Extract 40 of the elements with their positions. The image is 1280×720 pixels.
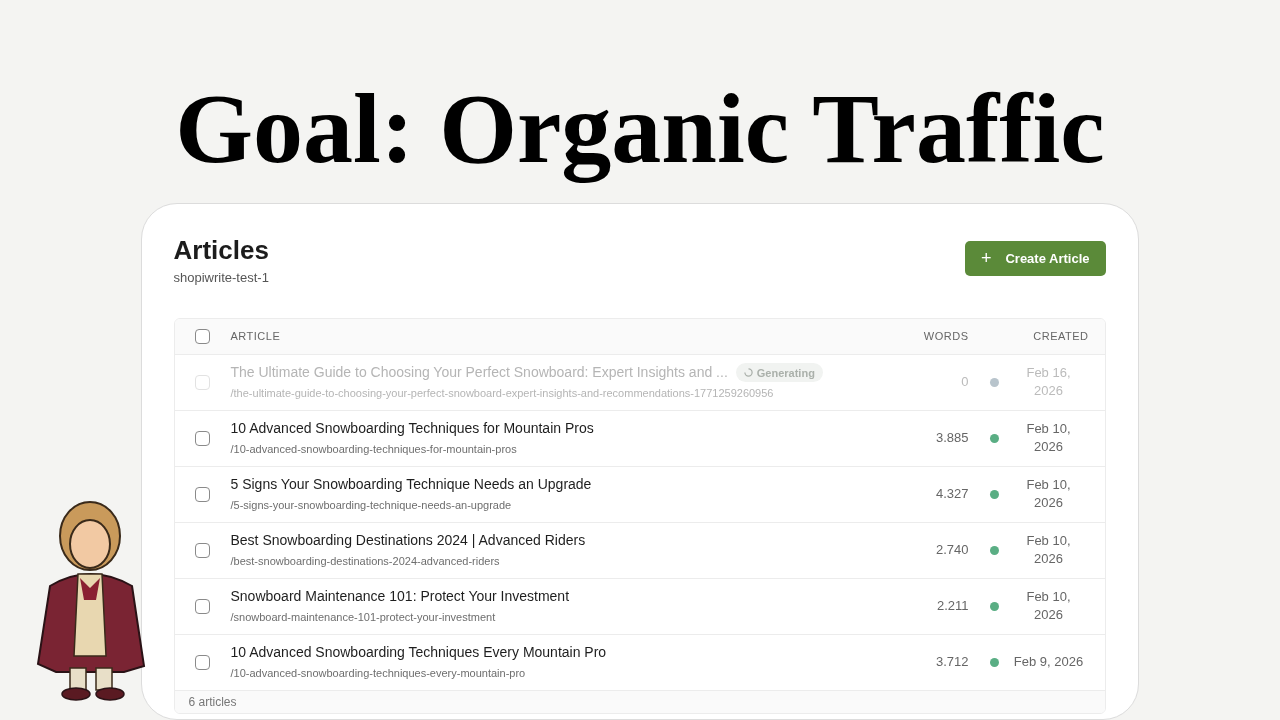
article-title: 10 Advanced Snowboarding Techniques for Mountain Pros xyxy=(230,419,594,439)
page-subtitle: shopiwrite-test-1 xyxy=(173,269,269,287)
word-count: 3.885 xyxy=(934,429,969,448)
article-count: 6 articles xyxy=(188,693,237,711)
headline: Goal: Organic Traffic xyxy=(175,76,1105,182)
article-title: The Ultimate Guide to Choosing Your Perfect Snowboard: Expert Insights and ... xyxy=(230,363,728,383)
checkbox[interactable] xyxy=(195,654,210,670)
created-date: Feb 10, 2026 xyxy=(1025,532,1072,568)
word-count: 3.712 xyxy=(934,653,969,672)
article-title: 10 Advanced Snowboarding Techniques Every Mountain Pro xyxy=(230,643,607,663)
column-header: ARTICLE xyxy=(230,328,282,344)
article-slug: /5-signs-your-snowboarding-technique-needs-an-upgrade xyxy=(230,498,513,514)
created-date: Feb 9, 2026 xyxy=(1012,653,1085,671)
article-slug: /best-snowboarding-destinations-2024-advanced-riders xyxy=(230,554,501,570)
checkbox[interactable] xyxy=(195,542,210,558)
created-date: Feb 10, 2026 xyxy=(1025,420,1072,456)
article-title: Snowboard Maintenance 101: Protect Your Investment xyxy=(230,587,570,607)
created-date: Feb 10, 2026 xyxy=(1025,588,1072,624)
word-count: 2.211 xyxy=(935,597,969,616)
created-date: Feb 16, 2026 xyxy=(1025,364,1072,400)
article-slug: /the-ultimate-guide-to-choosing-your-perfect-snowboard-expert-insights-and-recommendations-1771259260956 xyxy=(230,386,775,402)
word-count: 0 xyxy=(960,373,969,392)
article-title: 5 Signs Your Snowboarding Technique Needs an Upgrade xyxy=(230,475,592,495)
column-header: CREATED xyxy=(1032,328,1090,344)
created-date: Feb 10, 2026 xyxy=(1025,476,1072,512)
word-count: 4.327 xyxy=(934,485,969,504)
article-title: Best Snowboarding Destinations 2024 | Advanced Riders xyxy=(230,531,586,551)
spinner-icon xyxy=(743,368,753,378)
checkbox[interactable] xyxy=(195,328,210,344)
checkbox[interactable] xyxy=(195,486,210,502)
column-header: WORDS xyxy=(922,328,969,344)
status-badge: Generating xyxy=(735,363,823,383)
article-slug: /10-advanced-snowboarding-techniques-for-mountain-pros xyxy=(230,442,518,458)
article-slug: /10-advanced-snowboarding-techniques-every-mountain-pro xyxy=(230,666,527,682)
word-count: 2.740 xyxy=(934,541,969,560)
article-slug: /snowboard-maintenance-101-protect-your-investment xyxy=(230,610,497,626)
page-title: Articles xyxy=(173,234,269,266)
checkbox[interactable] xyxy=(195,430,210,446)
checkbox[interactable] xyxy=(195,598,210,614)
create-article-button[interactable]: + Create Article xyxy=(964,241,1106,276)
